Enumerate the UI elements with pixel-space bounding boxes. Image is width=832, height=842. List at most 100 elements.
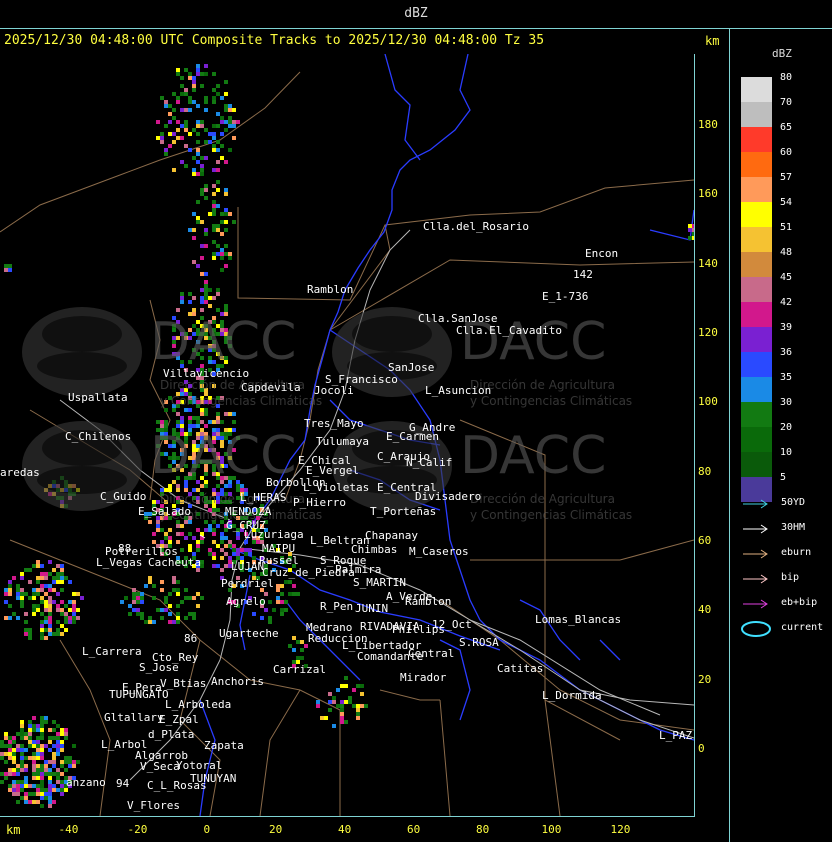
echo-pixel (220, 532, 224, 536)
place-label: 142 (573, 268, 593, 281)
y-tick-160: 160 (698, 187, 718, 201)
echo-pixel (32, 800, 36, 804)
echo-pixel (48, 628, 52, 632)
echo-pixel (24, 768, 28, 772)
echo-pixel (248, 548, 252, 552)
echo-pixel (44, 584, 48, 588)
place-label: S.ROSA (459, 636, 499, 649)
legend-swatch-70 (741, 102, 772, 127)
echo-pixel (20, 796, 24, 800)
echo-pixel (184, 164, 188, 168)
echo-pixel (224, 212, 228, 216)
echo-pixel (156, 420, 160, 424)
echo-pixel (12, 752, 16, 756)
echo-pixel (48, 616, 52, 620)
echo-pixel (52, 736, 56, 740)
echo-pixel (280, 584, 284, 588)
window-title: dBZ (0, 0, 832, 29)
legend-swatch-60 (741, 152, 772, 177)
echo-pixel (68, 760, 72, 764)
echo-pixel (280, 592, 284, 596)
place-label: S_Jose (139, 661, 179, 674)
echo-pixel (8, 736, 12, 740)
echo-pixel (52, 744, 56, 748)
place-label: C_Guido (100, 490, 147, 503)
echo-pixel (60, 760, 64, 764)
echo-pixel (228, 104, 232, 108)
echo-pixel (16, 744, 20, 748)
echo-pixel (200, 412, 204, 416)
dacc-brand: DACC (460, 426, 607, 486)
arrow-icon (743, 524, 768, 534)
radar-map[interactable]: DACC Dirección de Agricultura y Continge… (0, 54, 695, 817)
echo-pixel (176, 592, 180, 596)
dacc-brand: DACC (150, 312, 297, 372)
echo-pixel (8, 740, 12, 744)
echo-pixel (76, 760, 80, 764)
echo-pixel (44, 764, 48, 768)
echo-pixel (164, 148, 168, 152)
echo-pixel (8, 616, 12, 620)
echo-pixel (60, 764, 64, 768)
echo-pixel (40, 624, 44, 628)
echo-pixel (124, 596, 128, 600)
legend-label-20: 20 (780, 422, 793, 433)
echo-pixel (364, 704, 368, 708)
echo-pixel (328, 700, 332, 704)
echo-pixel (188, 148, 192, 152)
echo-pixel (136, 600, 140, 604)
echo-pixel (300, 640, 304, 644)
echo-pixel (152, 540, 156, 544)
echo-pixel (40, 636, 44, 640)
legend-label-60: 60 (780, 147, 793, 158)
echo-pixel (692, 224, 694, 228)
echo-pixel (196, 200, 200, 204)
echo-pixel (28, 784, 32, 788)
echo-pixel (52, 600, 56, 604)
echo-pixel (168, 144, 172, 148)
echo-pixel (48, 792, 52, 796)
echo-pixel (144, 620, 148, 624)
echo-pixel (340, 712, 344, 716)
echo-pixel (32, 792, 36, 796)
y-tick-180: 180 (698, 117, 718, 131)
echo-pixel (224, 412, 228, 416)
echo-pixel (76, 608, 80, 612)
echo-pixel (12, 788, 16, 792)
echo-pixel (132, 596, 136, 600)
echo-pixel (32, 756, 36, 760)
echo-pixel (72, 616, 76, 620)
echo-pixel (332, 724, 336, 728)
echo-pixel (64, 756, 68, 760)
legend-swatch-36 (741, 352, 772, 377)
legend-swatch-20 (741, 427, 772, 452)
echo-pixel (284, 608, 288, 612)
echo-pixel (4, 592, 8, 596)
echo-pixel (72, 612, 76, 616)
echo-pixel (192, 416, 196, 420)
echo-pixel (60, 588, 64, 592)
echo-pixel (60, 788, 64, 792)
echo-pixel (252, 612, 256, 616)
echo-pixel (24, 736, 28, 740)
echo-pixel (60, 744, 64, 748)
echo-pixel (16, 616, 20, 620)
echo-pixel (260, 616, 264, 620)
echo-pixel (220, 420, 224, 424)
echo-pixel (160, 580, 164, 584)
place-label: C_Chilenos (65, 430, 132, 443)
echo-pixel (36, 728, 40, 732)
echo-pixel (52, 728, 56, 732)
place-label: Uspallata (68, 391, 128, 404)
echo-pixel (300, 648, 304, 652)
echo-pixel (228, 108, 232, 112)
echo-pixel (132, 592, 136, 596)
echo-pixel (192, 616, 196, 620)
echo-pixel (44, 608, 48, 612)
echo-pixel (8, 768, 12, 772)
echo-pixel (200, 220, 204, 224)
echo-pixel (244, 552, 248, 556)
echo-pixel (188, 108, 192, 112)
place-label: SanJose (388, 361, 435, 374)
legend-title: dBZ (772, 47, 792, 60)
